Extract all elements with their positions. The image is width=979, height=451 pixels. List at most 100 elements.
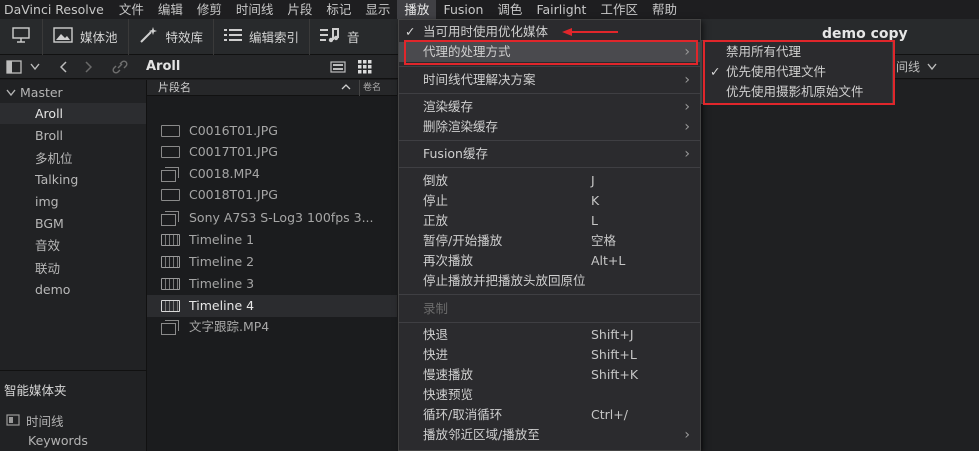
column-header-clip-name[interactable]: 片段名 — [158, 80, 191, 96]
menu-item-loop[interactable]: 循环/取消循环 Ctrl+/ — [399, 405, 700, 425]
bin-item[interactable]: demo — [35, 279, 70, 300]
menu-item-label: 正放 — [423, 213, 449, 228]
clip-row[interactable]: Timeline 1 — [147, 229, 397, 251]
menu-shortcut: Shift+K — [591, 367, 639, 382]
clip-row[interactable]: C0017T01.JPG — [147, 141, 397, 163]
menu-shortcut: K — [591, 193, 600, 208]
timeline-icon — [161, 234, 180, 246]
smart-bin-keywords[interactable]: Keywords — [28, 433, 88, 448]
clip-row[interactable]: Timeline 3 — [147, 273, 397, 295]
effects-button[interactable]: 特效库 — [129, 18, 215, 55]
bin-item[interactable]: Aroll — [35, 103, 63, 124]
menu-item-fusion-cache[interactable]: Fusion缓存 › — [399, 144, 700, 164]
menu-shortcut: J — [591, 173, 595, 188]
menu-color[interactable]: 调色 — [490, 0, 529, 19]
menu-shortcut: Shift+J — [591, 327, 634, 342]
menu-shortcut: L — [591, 213, 598, 228]
menu-item-label: 快退 — [423, 327, 449, 342]
menu-item-timeline-proxy-resolution[interactable]: 时间线代理解决方案 › — [399, 70, 700, 90]
menu-item-label: 停止 — [423, 193, 449, 208]
menu-separator — [399, 66, 700, 67]
menu-separator — [399, 322, 700, 323]
image-clip-icon — [161, 125, 180, 137]
clip-row[interactable]: 文字跟踪.MP4 — [147, 316, 397, 338]
clip-name: Timeline 4 — [189, 298, 255, 313]
bin-item[interactable]: 联动 — [35, 258, 60, 279]
menu-item-use-optimized-media[interactable]: ✓ 当可用时使用优化媒体 — [399, 22, 700, 42]
column-header-reel[interactable]: 卷名 — [363, 80, 381, 96]
bin-sidebar: Master Aroll Broll 多机位 Talking img BGM 音… — [0, 80, 147, 451]
menu-item-stop-and-return[interactable]: 停止播放并把播放头放回原位 — [399, 271, 700, 291]
timeline-icon — [161, 300, 180, 312]
menu-item-fast-reverse[interactable]: 快退 Shift+J — [399, 325, 700, 345]
menu-item-forward[interactable]: 正放 L — [399, 211, 700, 231]
menu-item-label: 再次播放 — [423, 253, 474, 268]
bin-item[interactable]: Broll — [35, 125, 63, 146]
menu-item-reverse[interactable]: 倒放 J — [399, 171, 700, 191]
smart-bin-label: 时间线 — [26, 414, 64, 429]
menu-timeline[interactable]: 时间线 — [229, 0, 281, 19]
menu-workspace[interactable]: 工作区 — [593, 0, 645, 19]
menu-item-play-again[interactable]: 再次播放 Alt+L — [399, 251, 700, 271]
link-icon[interactable] — [112, 55, 128, 79]
clip-name: C0018.MP4 — [189, 166, 260, 181]
menu-item-delete-render-cache[interactable]: 删除渲染缓存 › — [399, 117, 700, 137]
timeline-icon — [161, 278, 180, 290]
menu-item-label: 录制 — [423, 301, 449, 316]
chevron-right-icon: › — [684, 99, 690, 115]
menu-item-slow-play[interactable]: 慢速播放 Shift+K — [399, 365, 700, 385]
clip-row[interactable]: Sony A7S3 S-Log3 100fps 3... — [147, 207, 397, 229]
sidebar-toggle-icon[interactable] — [6, 55, 22, 79]
grid-view-icon[interactable] — [358, 55, 372, 79]
menu-help[interactable]: 帮助 — [645, 0, 684, 19]
right-panel-chevron-icon[interactable] — [927, 55, 937, 79]
menu-clip[interactable]: 片段 — [280, 0, 319, 19]
menu-item-play-around[interactable]: 播放邻近区域/播放至 › — [399, 425, 700, 445]
clip-name: 文字跟踪.MP4 — [189, 319, 270, 334]
forward-arrow-icon[interactable] — [84, 55, 93, 79]
bin-item[interactable]: 多机位 — [35, 148, 73, 169]
audio-button[interactable]: 音 — [310, 19, 370, 55]
menu-fairlight[interactable]: Fairlight — [529, 0, 593, 19]
monitor-button[interactable] — [0, 18, 43, 55]
bin-item[interactable]: Talking — [35, 169, 78, 190]
menu-mark[interactable]: 标记 — [319, 0, 358, 19]
media-pool-button[interactable]: 媒体池 — [43, 18, 129, 55]
menu-playback[interactable]: 播放 — [397, 0, 437, 19]
menu-app[interactable]: DaVinci Resolve — [0, 0, 112, 19]
menu-edit[interactable]: 编辑 — [151, 0, 190, 19]
menu-item-label: 暂停/开始播放 — [423, 233, 503, 248]
menu-fusion[interactable]: Fusion — [436, 0, 490, 19]
menu-item-fast-forward[interactable]: 快进 Shift+L — [399, 345, 700, 365]
clip-name: C0018T01.JPG — [189, 187, 278, 202]
clip-row[interactable]: Timeline 2 — [147, 251, 397, 273]
check-icon: ✓ — [405, 24, 416, 39]
master-label: Master — [20, 85, 63, 100]
clip-row[interactable]: C0016T01.JPG — [147, 120, 397, 142]
edit-index-button[interactable]: 编辑索引 — [214, 18, 311, 55]
metadata-view-icon[interactable] — [330, 55, 346, 79]
menu-item-label: 循环/取消循环 — [423, 407, 503, 422]
bin-item[interactable]: img — [35, 191, 59, 212]
menu-trim[interactable]: 修剪 — [190, 0, 229, 19]
menu-item-fast-preview[interactable]: 快速预览 — [399, 385, 700, 405]
back-arrow-icon[interactable] — [59, 55, 68, 79]
menu-item-label: 当可用时使用优化媒体 — [423, 24, 549, 39]
menu-item-label: 删除渲染缓存 — [423, 119, 499, 134]
master-bin[interactable]: Master — [6, 82, 63, 103]
menu-view[interactable]: 显示 — [358, 0, 397, 19]
menu-item-play-pause[interactable]: 暂停/开始播放 空格 — [399, 231, 700, 251]
clip-row[interactable]: C0018T01.JPG — [147, 184, 397, 206]
sort-up-icon[interactable] — [341, 80, 351, 96]
chevron-down-icon[interactable] — [30, 55, 40, 79]
clip-row[interactable]: C0018.MP4 — [147, 163, 397, 185]
smart-bin-timeline[interactable]: 时间线 — [6, 411, 64, 430]
bin-item[interactable]: BGM — [35, 213, 64, 234]
clip-row-selected[interactable]: Timeline 4 — [147, 295, 397, 317]
selected-bin-highlight — [0, 103, 146, 124]
menu-item-render-cache[interactable]: 渲染缓存 › — [399, 97, 700, 117]
menu-item-stop[interactable]: 停止 K — [399, 191, 700, 211]
menu-file[interactable]: 文件 — [112, 0, 151, 19]
bin-item[interactable]: 音效 — [35, 235, 60, 256]
right-panel-label: 间线 — [896, 60, 921, 74]
